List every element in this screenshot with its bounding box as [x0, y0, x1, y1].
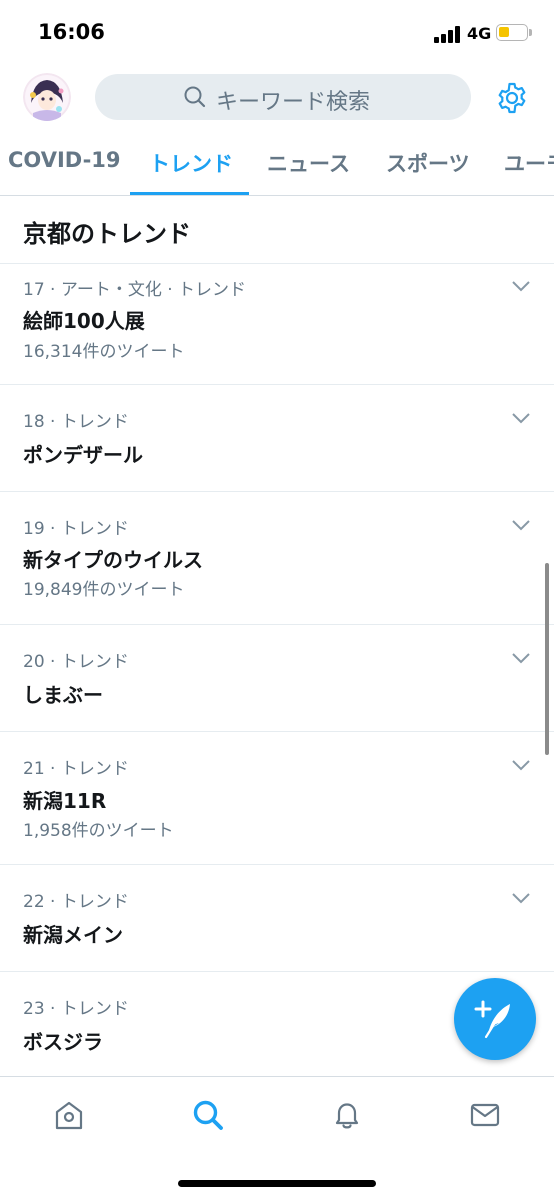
chevron-down-icon[interactable]: [511, 892, 531, 904]
mail-icon[interactable]: [469, 1099, 501, 1131]
trend-item[interactable]: 20 · トレンド しまぶー: [0, 624, 554, 732]
search-icon: [184, 86, 206, 108]
compose-tweet-icon: [474, 1000, 510, 1039]
trend-meta: 21 · トレンド: [23, 759, 129, 779]
search-icon[interactable]: [192, 1099, 224, 1131]
tab-covid-19[interactable]: COVID-19: [8, 148, 121, 172]
trend-meta: 18 · トレンド: [23, 412, 129, 432]
trend-name: しまぶー: [23, 683, 103, 707]
scrollbar[interactable]: [545, 563, 549, 755]
trend-meta: 17 · アート・文化 · トレンド: [23, 280, 247, 300]
tab-sports[interactable]: スポーツ: [386, 148, 470, 178]
trend-meta: 19 · トレンド: [23, 519, 129, 539]
home-icon[interactable]: [53, 1099, 85, 1131]
compose-tweet-button[interactable]: [454, 978, 536, 1060]
tab-trends[interactable]: トレンド: [149, 148, 233, 178]
trend-item[interactable]: 21 · トレンド 新潟11R 1,958件のツイート: [0, 731, 554, 865]
trend-name: 新タイプのウイルス: [23, 548, 203, 572]
home-indicator[interactable]: [178, 1180, 376, 1187]
trend-tweet-count: 1,958件のツイート: [23, 821, 174, 841]
chevron-down-icon[interactable]: [511, 519, 531, 531]
tab-active-indicator: [130, 192, 249, 195]
chevron-down-icon[interactable]: [511, 280, 531, 292]
chevron-down-icon[interactable]: [511, 652, 531, 664]
trend-item[interactable]: 17 · アート・文化 · トレンド 絵師100人展 16,314件のツイート: [0, 264, 554, 385]
trend-name: 絵師100人展: [23, 309, 145, 333]
battery-tip: [529, 29, 532, 36]
gear-icon[interactable]: [495, 81, 529, 115]
search-input[interactable]: キーワード検索: [95, 74, 471, 120]
header: キーワード検索: [0, 66, 554, 132]
trend-tweet-count: 19,849件のツイート: [23, 580, 185, 600]
explore-tabs: COVID-19 トレンド ニュース スポーツ ユーモ: [0, 132, 554, 196]
chevron-down-icon[interactable]: [511, 759, 531, 771]
explore-screen: 16:06 4G キーワード検索 COVID-19 トレンド ニュース スポーツ…: [0, 0, 554, 1200]
trend-name: ボスジラ: [23, 1030, 103, 1054]
bell-icon[interactable]: [331, 1099, 363, 1131]
network-type: 4G: [467, 24, 492, 43]
search-placeholder: キーワード検索: [216, 90, 371, 115]
trend-name: 新潟11R: [23, 789, 107, 813]
trend-meta: 23 · トレンド: [23, 999, 129, 1019]
trend-item[interactable]: 22 · トレンド 新潟メイン: [0, 864, 554, 972]
trend-meta: 20 · トレンド: [23, 652, 129, 672]
status-bar: 16:06 4G: [0, 0, 554, 66]
trend-name: 新潟メイン: [23, 923, 123, 947]
chevron-down-icon[interactable]: [511, 412, 531, 424]
trend-item[interactable]: 18 · トレンド ポンデザール: [0, 384, 554, 492]
trend-item[interactable]: 19 · トレンド 新タイプのウイルス 19,849件のツイート: [0, 491, 554, 625]
signal-strength-icon: [434, 25, 464, 43]
trend-name: ポンデザール: [23, 443, 143, 467]
battery-icon: [496, 24, 528, 41]
trend-meta: 22 · トレンド: [23, 892, 129, 912]
status-time: 16:06: [38, 20, 105, 44]
avatar[interactable]: [23, 73, 71, 121]
tab-entertainment[interactable]: ユーモ: [504, 148, 554, 178]
trend-tweet-count: 16,314件のツイート: [23, 342, 185, 362]
tab-news[interactable]: ニュース: [267, 148, 350, 178]
section-title: 京都のトレンド: [23, 220, 191, 248]
